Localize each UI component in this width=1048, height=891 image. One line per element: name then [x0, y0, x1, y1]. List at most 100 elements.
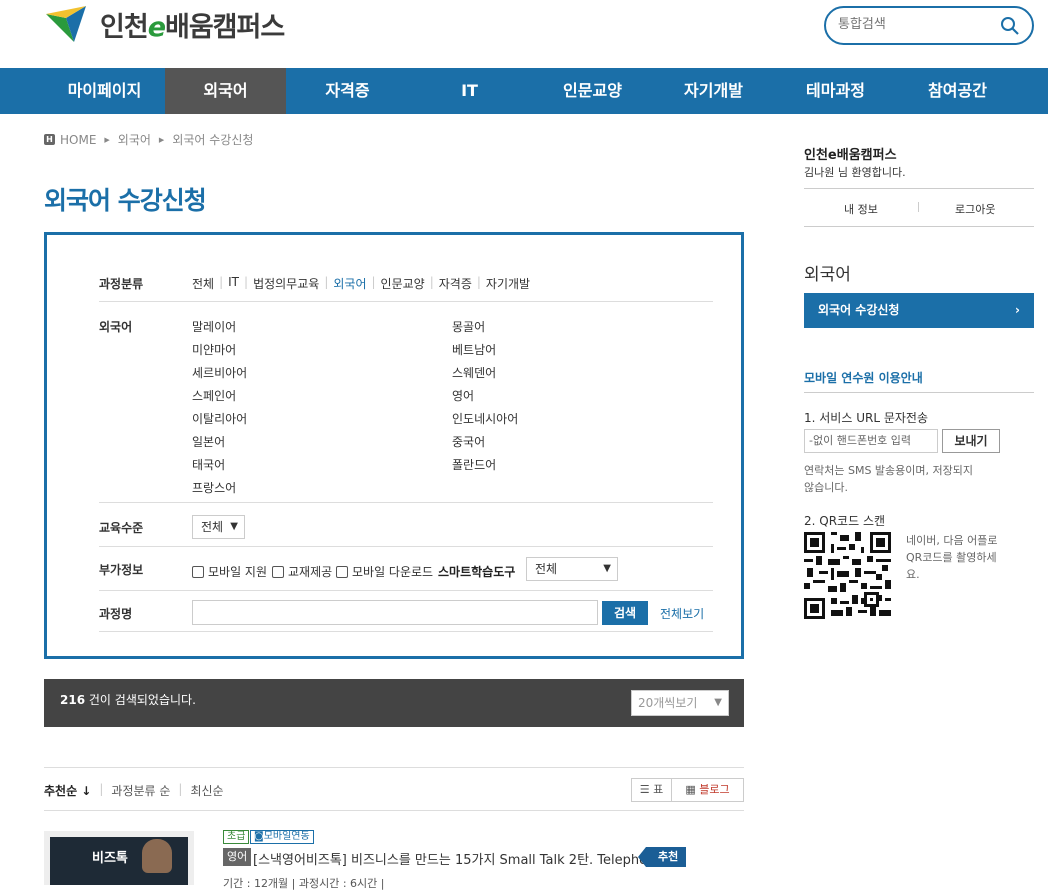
language-option[interactable]: 스웨덴어 — [452, 364, 496, 381]
category-link-all[interactable]: 전체 — [192, 275, 214, 292]
chevron-down-icon: ▼ — [603, 563, 611, 574]
sidebar-site-name: 인천e배움캠퍼스 — [804, 148, 897, 163]
recommend-badge: 추천 — [637, 847, 687, 867]
level-select[interactable]: 전체 ▼ — [192, 515, 245, 539]
category-link-self-development[interactable]: 자기개발 — [486, 275, 530, 292]
sidebar-menu-enroll[interactable]: 외국어 수강신청 › — [804, 293, 1034, 328]
course-title-link[interactable]: [스낵영어비즈톡] 비즈니스를 만드는 15가지 Small Talk 2탄. … — [253, 849, 675, 868]
gnb-item-humanities[interactable]: 인문교양 — [532, 68, 653, 114]
language-option[interactable]: 스페인어 — [192, 387, 236, 404]
course-thumbnail[interactable]: 비즈톡 — [44, 831, 194, 885]
language-option[interactable]: 이탈리아어 — [192, 410, 247, 427]
sort-category[interactable]: 과정분류 순 — [111, 782, 170, 799]
category-link-foreign-language[interactable]: 외국어 — [333, 275, 366, 292]
divider — [918, 202, 919, 212]
course-thumbnail-person — [142, 839, 172, 873]
filter-label-course-name: 과정명 — [99, 607, 133, 621]
category-link-humanities[interactable]: 인문교양 — [381, 275, 425, 292]
checkbox-textbook[interactable]: 교재제공 — [272, 563, 332, 580]
checkbox-mobile-support[interactable]: 모바일 지원 — [192, 563, 267, 580]
gnb-item-foreign-language[interactable]: 외국어 — [165, 68, 286, 114]
breadcrumb-level1[interactable]: 외국어 — [118, 131, 151, 148]
search-icon[interactable] — [1000, 16, 1020, 36]
category-links: 전체 | IT | 법정의무교육 | 외국어 | 인문교양 | 자격증 | 자기개발 — [192, 275, 531, 292]
sort-latest[interactable]: 최신순 — [190, 782, 223, 799]
qr-note: 네이버, 다음 어플로 QR코드를 촬영하세요. — [906, 534, 998, 581]
category-link-certificate[interactable]: 자격증 — [439, 275, 472, 292]
chevron-down-icon: ▼ — [714, 697, 722, 708]
language-option[interactable]: 프랑스어 — [192, 479, 236, 496]
search-filter-box: 과정분류 전체 | IT | 법정의무교육 | 외국어 | 인문교양 | 자격증 | 자기개… — [44, 232, 744, 659]
language-option[interactable]: 일본어 — [192, 433, 225, 450]
qr-step-label: 2. QR코드 스캔 — [804, 514, 886, 528]
send-sms-button[interactable]: 보내기 — [942, 429, 1000, 453]
sort-recommended[interactable]: 추천순 ↓ — [44, 782, 91, 799]
header: 인천e배움캠퍼스 — [0, 0, 1048, 68]
mobile-guide-title: 모바일 연수원 이용안내 — [804, 371, 923, 385]
gnb-item-self-development[interactable]: 자기개발 — [653, 68, 774, 114]
category-link-legal[interactable]: 법정의무교육 — [253, 275, 319, 292]
language-option[interactable]: 폴란드어 — [452, 456, 496, 473]
language-option[interactable]: 말레이어 — [192, 318, 236, 335]
filter-label-level: 교육수준 — [99, 521, 144, 535]
course-thumbnail-text: 비즈톡 — [92, 851, 128, 866]
home-icon: H — [44, 134, 55, 145]
divider — [804, 392, 1034, 393]
site-logo[interactable]: 인천e배움캠퍼스 — [44, 4, 285, 44]
sort-bar: 추천순 ↓ | 과정분류 순 | 최신순 ☰ 표 ▦ 블로그 — [44, 767, 744, 811]
list-icon: ☰ — [639, 783, 650, 796]
page-title: 외국어 수강신청 — [44, 186, 207, 215]
language-option[interactable]: 몽골어 — [452, 318, 485, 335]
breadcrumb-home[interactable]: HOME — [60, 133, 96, 147]
smart-tool-select[interactable]: 전체 ▼ — [526, 557, 618, 581]
view-blog-button[interactable]: ▦ 블로그 — [672, 779, 743, 801]
logout-link[interactable]: 로그아웃 — [955, 201, 995, 217]
category-link-it[interactable]: IT — [228, 275, 239, 292]
main-navigation: 마이페이지 외국어 자격증 IT 인문교양 자기개발 테마과정 참여공간 — [0, 68, 1048, 114]
language-option[interactable]: 베트남어 — [452, 341, 496, 358]
language-option[interactable]: 영어 — [452, 387, 474, 404]
sms-step-label: 1. 서비스 URL 문자전송 — [804, 411, 928, 425]
language-option[interactable]: 태국어 — [192, 456, 225, 473]
logo-mark-icon — [46, 6, 86, 42]
gnb-item-it[interactable]: IT — [409, 68, 530, 114]
course-name-input[interactable] — [192, 600, 598, 625]
sort-options: 추천순 ↓ | 과정분류 순 | 최신순 — [44, 782, 224, 799]
per-page-select[interactable]: 20개씩보기 ▼ — [631, 690, 729, 716]
chevron-right-icon: › — [1015, 303, 1020, 317]
divider — [804, 226, 1034, 227]
phone-number-input[interactable]: -없이 핸드폰번호 입력 — [804, 429, 938, 453]
view-list-button[interactable]: ☰ 표 — [632, 779, 672, 801]
language-option[interactable]: 인도네시아어 — [452, 410, 518, 427]
result-bar: 216 건이 검색되었습니다. 20개씩보기 ▼ — [44, 679, 744, 727]
gnb-item-theme-course[interactable]: 테마과정 — [775, 68, 896, 114]
filter-label-category: 과정분류 — [99, 277, 144, 291]
view-toggle: ☰ 표 ▦ 블로그 — [631, 778, 744, 802]
search-button[interactable]: 검색 — [602, 601, 648, 625]
language-option[interactable]: 세르비아어 — [192, 364, 247, 381]
sidebar-menu-title: 외국어 — [804, 265, 851, 285]
global-search-input[interactable] — [838, 17, 998, 32]
language-option[interactable]: 미얀마어 — [192, 341, 236, 358]
sidebar-welcome: 김나원 님 환영합니다. — [804, 166, 906, 179]
divider — [804, 188, 1034, 189]
course-meta: 기간 : 12개월 | 과정시간 : 6시간 | — [223, 877, 385, 890]
checkbox-mobile-download[interactable]: 모바일 다운로드 — [336, 563, 433, 580]
result-count-text: 216 건이 검색되었습니다. — [60, 693, 196, 707]
global-search — [824, 6, 1034, 45]
language-option[interactable]: 중국어 — [452, 433, 485, 450]
rss-icon: ◙ — [254, 831, 264, 842]
gnb-item-participation[interactable]: 참여공간 — [897, 68, 1018, 114]
breadcrumb: H HOME ▶ 외국어 ▶ 외국어 수강신청 — [44, 131, 253, 148]
my-info-link[interactable]: 내 정보 — [844, 201, 878, 217]
filter-label-language: 외국어 — [99, 320, 133, 334]
gnb-item-certificate[interactable]: 자격증 — [287, 68, 408, 114]
mobile-badge: ◙모바일연동 — [250, 830, 314, 844]
sms-note: 연락처는 SMS 발송용이며, 저장되지 않습니다. — [804, 464, 974, 494]
gnb-item-mypage[interactable]: 마이페이지 — [44, 68, 165, 114]
breadcrumb-arrow-icon: ▶ — [158, 135, 165, 144]
view-all-link[interactable]: 전체보기 — [660, 605, 704, 622]
level-badge: 초급 — [223, 830, 250, 844]
logo-text: 인천e배움캠퍼스 — [100, 11, 285, 43]
breadcrumb-level2[interactable]: 외국어 수강신청 — [172, 131, 253, 148]
